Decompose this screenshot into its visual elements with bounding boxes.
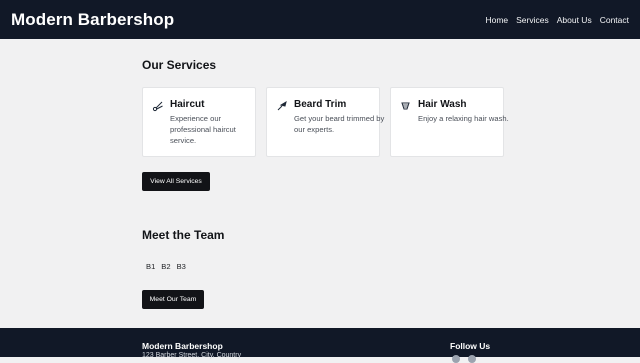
service-name: Haircut [170,99,205,110]
brand-logo-text[interactable]: Modern Barbershop [11,10,174,30]
service-description: Experience our professional haircut serv… [170,114,236,145]
team-member[interactable]: B1 [146,262,155,271]
services-title: Our Services [142,58,217,72]
razor-icon [277,100,287,111]
service-name: Beard Trim [294,99,347,110]
team-member[interactable]: B2 [161,262,170,271]
scissors-icon [152,101,163,112]
team-list: B1 B2 B3 [146,262,186,271]
nav-services[interactable]: Services [516,15,549,25]
services-cards: Haircut Experience our professional hair… [142,87,509,157]
view-all-services-button[interactable]: View All Services [142,172,210,191]
facebook-icon[interactable] [452,355,460,363]
hair-wash-icon [401,102,410,110]
footer-brand: Modern Barbershop [142,341,223,351]
service-description: Enjoy a relaxing hair wash. [418,114,509,123]
follow-us-heading: Follow Us [450,341,491,351]
nav-about-us[interactable]: About Us [557,15,592,25]
service-card-hair-wash[interactable]: Hair Wash Enjoy a relaxing hair wash. [390,87,509,157]
footer: Modern Barbershop 123 Barber Street, Cit… [0,328,640,363]
social-icons [452,355,476,363]
footer-address: 123 Barber Street, City, Country [142,352,242,359]
team-member[interactable]: B3 [177,262,186,271]
top-navbar: Modern Barbershop Home Services About Us… [0,0,640,39]
service-description: Get your beard trimmed by our experts. [294,114,385,134]
instagram-icon[interactable] [468,355,476,363]
meet-our-team-button[interactable]: Meet Our Team [142,290,204,309]
service-card-beard-trim[interactable]: Beard Trim Get your beard trimmed by our… [266,87,384,157]
team-title: Meet the Team [142,228,225,242]
nav-home[interactable]: Home [485,15,508,25]
nav-contact[interactable]: Contact [600,15,629,25]
service-card-haircut[interactable]: Haircut Experience our professional hair… [142,87,256,157]
service-name: Hair Wash [418,99,467,110]
main-nav: Home Services About Us Contact [485,15,629,25]
